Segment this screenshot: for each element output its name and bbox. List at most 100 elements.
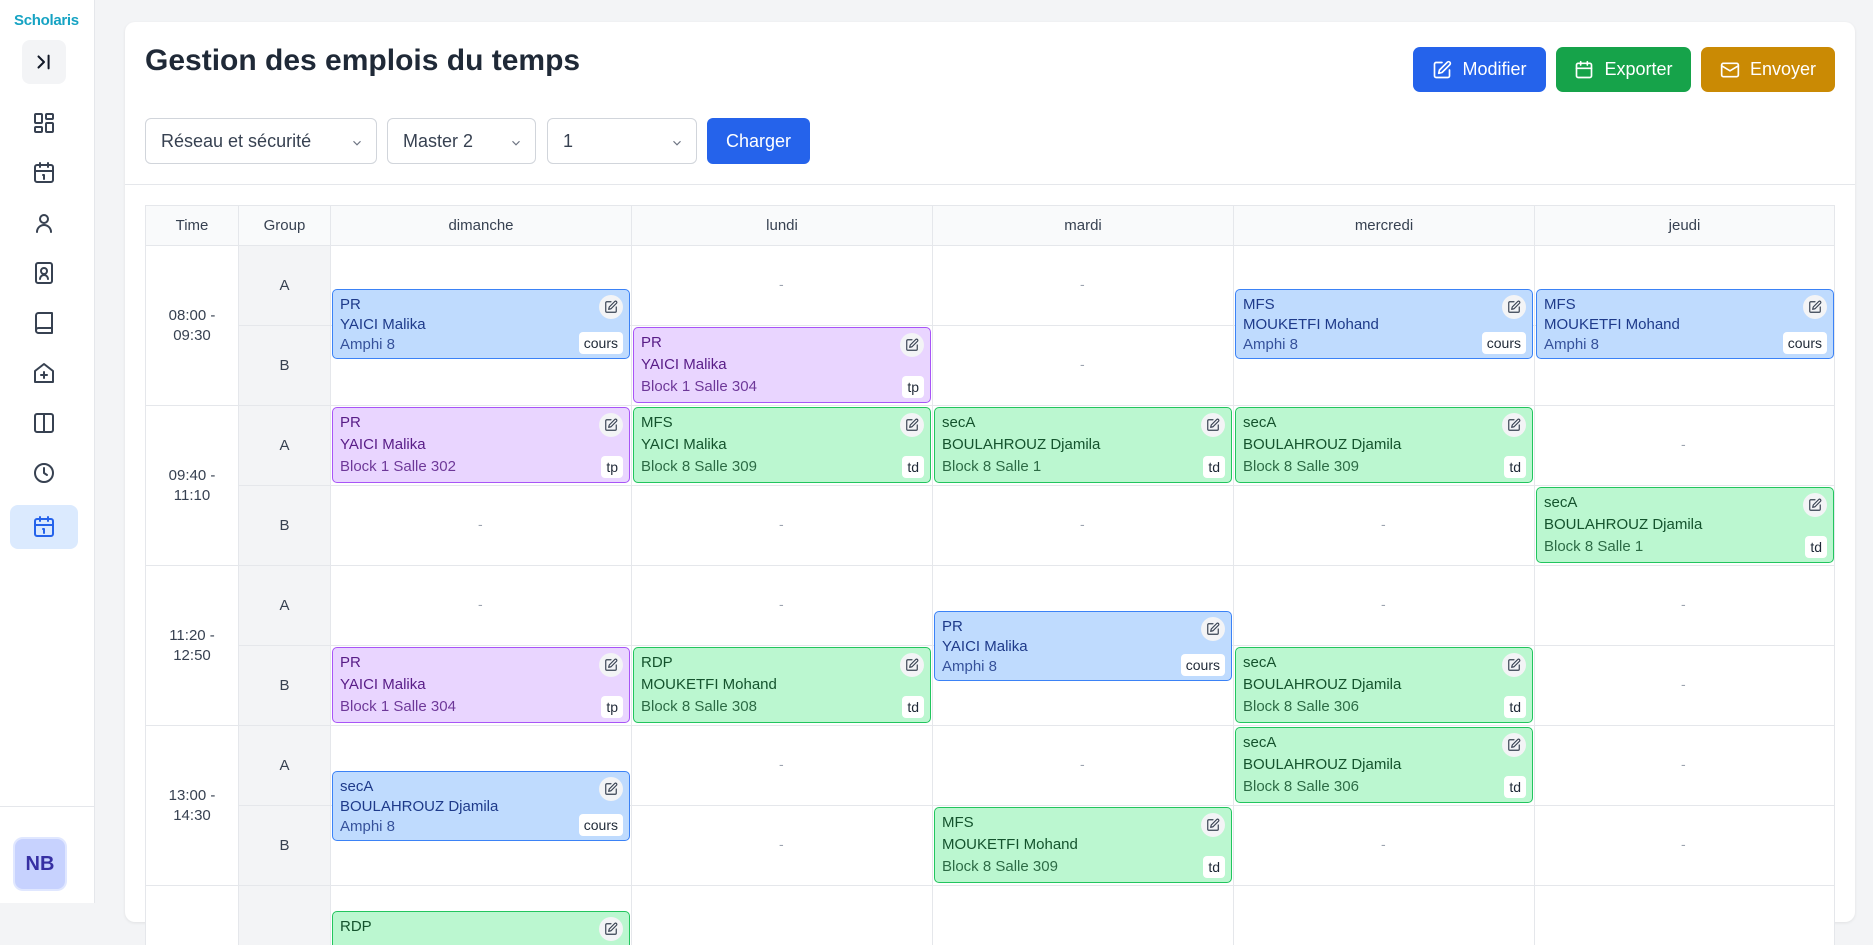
edit-icon (1808, 498, 1822, 512)
session-teacher: YAICI Malika (641, 436, 727, 453)
time-slot: 11:20 - 12:50 (145, 565, 239, 726)
edit-button[interactable]: Modifier (1413, 47, 1546, 92)
session-block[interactable]: PR YAICI Malika Block 1 Salle 302 tp (332, 407, 630, 483)
group-cell: B (238, 645, 331, 726)
edit-session-button[interactable] (900, 653, 924, 677)
empty-slot: - (478, 516, 483, 532)
edit-session-button[interactable] (900, 333, 924, 357)
nav-rooms[interactable] (10, 351, 78, 395)
session-module: MFS (1544, 296, 1576, 313)
export-label: Exporter (1604, 59, 1673, 79)
edit-session-button[interactable] (599, 295, 623, 319)
edit-session-button[interactable] (1201, 617, 1225, 641)
edit-session-button[interactable] (1201, 813, 1225, 837)
semester-select[interactable]: 1 (547, 118, 697, 164)
edit-session-button[interactable] (1502, 653, 1526, 677)
edit-icon (1206, 818, 1220, 832)
specialty-select[interactable]: Réseau et sécurité (145, 118, 377, 164)
session-module: MFS (1243, 296, 1275, 313)
level-select[interactable]: Master 2 (387, 118, 536, 164)
edit-session-button[interactable] (1502, 295, 1526, 319)
edit-icon (905, 418, 919, 432)
session-module: PR (641, 334, 662, 351)
timetable-card: Gestion des emplois du temps Modifier Ex… (125, 22, 1855, 945)
session-module: RDP (340, 918, 372, 935)
empty-slot: - (779, 276, 784, 292)
group-cell: A (238, 725, 331, 806)
session-type-badge: td (1504, 696, 1526, 718)
mail-icon (1720, 62, 1740, 77)
edit-session-button[interactable] (599, 413, 623, 437)
session-teacher: MOUKETFI Mohand (641, 676, 777, 693)
session-block[interactable]: MFS MOUKETFI Mohand Block 8 Salle 309 td (934, 807, 1232, 883)
edit-session-button[interactable] (1201, 413, 1225, 437)
empty-slot: - (779, 836, 784, 852)
edit-session-button[interactable] (599, 777, 623, 801)
session-module: PR (340, 414, 361, 431)
group-cell: A (238, 565, 331, 646)
semester-value: 1 (563, 130, 574, 151)
chevron-down-icon (670, 134, 684, 148)
session-block[interactable]: RDP MOUKETFI Mohand Block 8 Salle 308 td (633, 647, 931, 723)
nav-contacts[interactable] (10, 251, 78, 295)
header-day: mercredi (1233, 205, 1535, 246)
edit-session-button[interactable] (1803, 295, 1827, 319)
session-block[interactable]: secA BOULAHROUZ Djamila Block 8 Salle 309 t… (1235, 407, 1533, 483)
session-block[interactable]: secA BOULAHROUZ Djamila Amphi 8 cours (332, 771, 630, 841)
edit-session-button[interactable] (1502, 733, 1526, 757)
session-teacher: BOULAHROUZ Djamila (1243, 436, 1402, 453)
session-type-badge: td (902, 456, 924, 478)
house-plus-icon (34, 363, 54, 383)
sidebar: Scholaris NB (0, 0, 95, 903)
session-type-badge: td (1504, 776, 1526, 798)
session-block[interactable]: PR YAICI Malika Amphi 8 cours (332, 289, 630, 359)
edit-session-button[interactable] (1803, 493, 1827, 517)
session-block[interactable]: RDPtd (332, 911, 630, 945)
session-room: Block 8 Salle 308 (641, 698, 757, 715)
nav-history[interactable] (10, 451, 78, 495)
session-block[interactable]: secA BOULAHROUZ Djamila Block 8 Salle 306 t… (1235, 727, 1533, 803)
session-block[interactable]: MFS YAICI Malika Block 8 Salle 309 td (633, 407, 931, 483)
edit-icon (1507, 738, 1521, 752)
empty-slot: - (1681, 596, 1686, 612)
edit-session-button[interactable] (599, 653, 623, 677)
edit-session-button[interactable] (599, 917, 623, 941)
edit-icon (1206, 622, 1220, 636)
group-cell: B (238, 805, 331, 886)
header-group: Group (238, 205, 331, 246)
group-cell: B (238, 325, 331, 406)
nav-layout[interactable] (10, 401, 78, 445)
nav-timetable[interactable] (10, 505, 78, 549)
empty-slot: - (1080, 276, 1085, 292)
session-room: Block 8 Salle 1 (942, 458, 1042, 475)
session-block[interactable]: secA BOULAHROUZ Djamila Block 8 Salle 306 t… (1235, 647, 1533, 723)
session-module: secA (1243, 414, 1277, 431)
session-block[interactable]: PR YAICI Malika Block 1 Salle 304 tp (633, 327, 931, 403)
session-type-badge: cours (1180, 654, 1225, 676)
session-block[interactable]: PR YAICI Malika Block 1 Salle 304 tp (332, 647, 630, 723)
session-block[interactable]: MFS MOUKETFI Mohand Amphi 8 cours (1235, 289, 1533, 359)
nav-dashboard[interactable] (10, 101, 78, 145)
app-logo: Scholaris (14, 12, 79, 29)
edit-session-button[interactable] (1502, 413, 1526, 437)
nav-users[interactable] (10, 201, 78, 245)
empty-slot: - (1681, 756, 1686, 772)
edit-session-button[interactable] (900, 413, 924, 437)
session-type-badge: tp (601, 456, 623, 478)
nav-calendar[interactable] (10, 151, 78, 195)
edit-icon (1507, 418, 1521, 432)
group-cell: A (238, 245, 331, 326)
nav-modules[interactable] (10, 301, 78, 345)
export-button[interactable]: Exporter (1556, 47, 1691, 92)
session-block[interactable]: MFS MOUKETFI Mohand Amphi 8 cours (1536, 289, 1834, 359)
session-block[interactable]: PR YAICI Malika Amphi 8 cours (934, 611, 1232, 681)
user-avatar[interactable]: NB (13, 837, 67, 891)
session-block[interactable]: secA BOULAHROUZ Djamila Block 8 Salle 1 td (934, 407, 1232, 483)
load-button[interactable]: Charger (707, 118, 810, 164)
send-button[interactable]: Envoyer (1701, 47, 1835, 92)
calendar-icon (34, 162, 54, 183)
session-room: Block 8 Salle 309 (641, 458, 757, 475)
session-block[interactable]: secA BOULAHROUZ Djamila Block 8 Salle 1 td (1536, 487, 1834, 563)
edit-icon (604, 922, 618, 936)
collapse-sidebar-button[interactable] (22, 40, 66, 84)
